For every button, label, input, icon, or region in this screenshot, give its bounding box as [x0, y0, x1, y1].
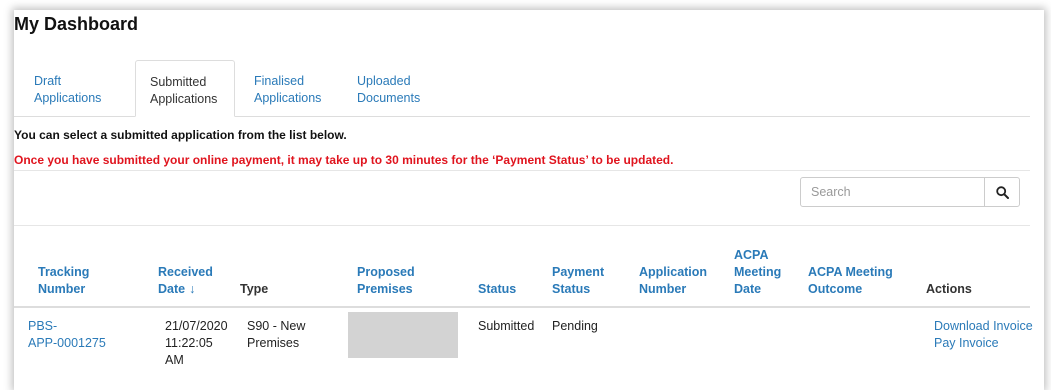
cell-text: S90 - New — [247, 319, 306, 333]
tracking-number-link[interactable]: PBS- APP-0001275 — [28, 318, 106, 352]
table-header: Tracking Number Received Date ↓ Type Prop… — [0, 230, 1051, 306]
sort-descending-icon: ↓ — [189, 282, 196, 296]
column-header-type: Type — [240, 281, 268, 298]
type-cell: S90 - New Premises — [247, 318, 305, 352]
tab-label: Documents — [357, 91, 421, 105]
cell-text: APP-0001275 — [28, 336, 106, 350]
header-text: Status — [478, 282, 517, 296]
search-box — [800, 177, 1020, 207]
search-icon — [995, 185, 1009, 199]
tab-finalised-applications[interactable]: Finalised Applications — [254, 60, 344, 116]
header-text: ACPA — [734, 248, 769, 262]
tab-bar: Draft Applications Submitted Application… — [14, 60, 1030, 117]
column-header-status[interactable]: Status — [478, 281, 516, 298]
header-text: Status — [552, 282, 591, 296]
cell-text: PBS- — [28, 319, 58, 333]
status-cell: Submitted — [478, 319, 535, 333]
header-text: Tracking — [38, 265, 90, 279]
column-header-acpa-meeting-outcome[interactable]: ACPA Meeting Outcome — [808, 264, 893, 298]
tab-submitted-applications[interactable]: Submitted Applications — [135, 60, 235, 117]
cell-text: AM — [165, 353, 184, 367]
cell-text: 21/07/2020 — [165, 319, 228, 333]
tab-label: Applications — [254, 91, 322, 105]
download-invoice-link[interactable]: Download Invoice — [934, 318, 1033, 335]
column-header-received-date[interactable]: Received Date ↓ — [158, 264, 213, 298]
header-text: Proposed — [357, 265, 415, 279]
header-text: Date — [158, 282, 186, 296]
header-text: Number — [38, 282, 86, 296]
column-header-actions: Actions — [926, 281, 972, 298]
page-title: My Dashboard — [14, 14, 139, 34]
header-text: Application — [639, 265, 708, 279]
pay-invoice-link[interactable]: Pay Invoice — [934, 335, 1033, 352]
column-header-proposed-premises[interactable]: Proposed Premises — [357, 264, 415, 298]
tab-label: Submitted — [150, 75, 207, 89]
header-text: ACPA Meeting — [808, 265, 893, 279]
header-text: Meeting — [734, 265, 782, 279]
cell-text: Premises — [247, 336, 300, 350]
header-text: Premises — [357, 282, 413, 296]
search-button[interactable] — [984, 177, 1020, 207]
column-header-tracking-number[interactable]: Tracking Number — [38, 264, 89, 298]
tab-label: Finalised — [254, 74, 305, 88]
row-actions: Download Invoice Pay Invoice — [934, 318, 1033, 352]
redacted-premises-cell — [348, 312, 458, 358]
header-text: Actions — [926, 282, 972, 296]
column-header-application-number[interactable]: Application Number — [639, 264, 707, 298]
search-input[interactable] — [800, 177, 985, 207]
header-text: Received — [158, 265, 213, 279]
tab-label: Uploaded — [357, 74, 411, 88]
header-text: Type — [240, 282, 269, 296]
payment-notice: Once you have submitted your online paym… — [14, 153, 674, 167]
cell-text: 11:22:05 — [165, 336, 213, 350]
header-text: Payment — [552, 265, 605, 279]
column-header-acpa-meeting-date[interactable]: ACPA Meeting Date — [734, 247, 781, 298]
header-text: Number — [639, 282, 687, 296]
tab-label: Applications — [150, 92, 218, 106]
column-header-payment-status[interactable]: Payment Status — [552, 264, 604, 298]
tab-label: Draft — [34, 74, 62, 88]
info-text: You can select a submitted application f… — [14, 128, 347, 142]
divider — [14, 170, 1030, 171]
tab-draft-applications[interactable]: Draft Applications — [34, 60, 124, 116]
received-date-cell: 21/07/2020 11:22:05 AM — [165, 318, 228, 369]
table-header-divider — [14, 306, 1030, 308]
header-text: Date — [734, 282, 762, 296]
tab-uploaded-documents[interactable]: Uploaded Documents — [357, 60, 447, 116]
payment-status-cell: Pending — [552, 319, 598, 333]
header-text: Outcome — [808, 282, 863, 296]
tab-label: Applications — [34, 91, 102, 105]
divider — [14, 225, 1030, 226]
